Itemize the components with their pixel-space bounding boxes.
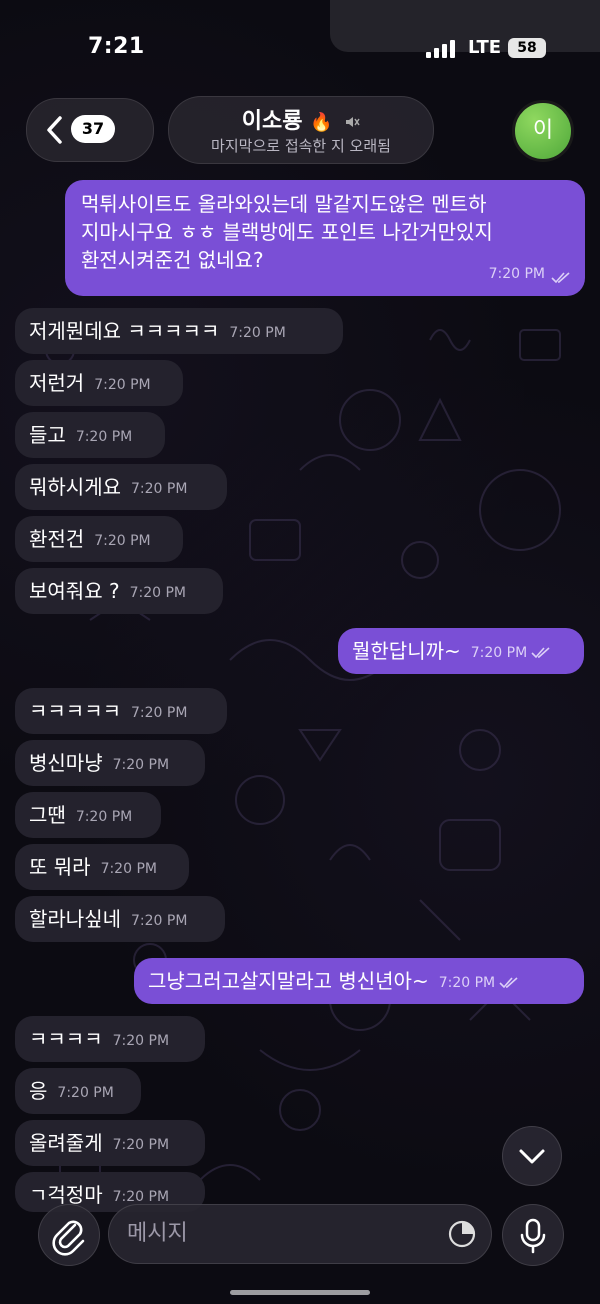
message-time: 7:20 PM (131, 704, 188, 721)
read-checks-icon (531, 646, 550, 658)
avatar[interactable]: 이 (512, 100, 574, 162)
message-input[interactable]: 메시지 (108, 1204, 492, 1264)
message-text: ㅋㅋㅋㅋ (29, 1027, 103, 1051)
message-text: 그냥그러고살지말라고 병신년아~ (148, 969, 429, 993)
message-text: 또 뭐라 (29, 855, 91, 879)
message-time: 7:20 PM (94, 532, 151, 549)
message-time: 7:20 PM (112, 1136, 170, 1153)
message-text: 보여줘요 ? (29, 579, 120, 603)
message-time: 7:20 PM (94, 376, 151, 393)
message-time: 7:20 PM (470, 644, 528, 661)
message-time: 7:20 PM (129, 584, 186, 601)
message-time: 7:20 PM (488, 266, 545, 282)
incoming-message[interactable]: 저런거 7:20 PM (15, 360, 183, 406)
message-text: 먹튀사이트도 올라와있는데 말같지도않은 멘트하 지마시구요 ㅎㅎ 블랙방에도 … (81, 192, 493, 272)
message-time: 7:20 PM (112, 1032, 170, 1049)
message-text: 할라나싶네 (29, 907, 121, 931)
fire-emoji: 🔥 (310, 112, 333, 133)
scroll-down-button[interactable] (502, 1126, 562, 1186)
last-seen-status: 마지막으로 접속한 지 오래됨 (211, 137, 391, 155)
message-text: 저게뭔데요 ㅋㅋㅋㅋㅋ (29, 319, 220, 343)
message-text: 환전건 (29, 527, 85, 551)
message-time: 7:20 PM (75, 808, 133, 825)
home-indicator (230, 1290, 370, 1295)
message-text: 병신마냥 (29, 751, 103, 775)
incoming-message[interactable]: 응 7:20 PM (15, 1068, 141, 1114)
attach-icon (52, 1220, 85, 1256)
chat-title: 이소룡 🔥 (169, 103, 433, 135)
mic-button[interactable] (502, 1204, 564, 1266)
message-time: 7:20 PM (229, 324, 286, 341)
unread-count-badge: 37 (71, 115, 115, 143)
incoming-message[interactable]: 저게뭔데요 ㅋㅋㅋㅋㅋ 7:20 PM (15, 308, 343, 354)
notification-shade (330, 0, 600, 52)
message-text: 올려줄게 (29, 1131, 103, 1155)
message-time: 7:20 PM (131, 912, 188, 929)
status-bar: 7:21 LTE 58 (0, 0, 600, 90)
message-text: 들고 (29, 423, 66, 447)
chevron-down-icon (519, 1149, 545, 1164)
contact-name: 이소룡 (241, 109, 303, 134)
back-chevron-icon (47, 116, 62, 144)
incoming-message[interactable]: 보여줘요 ? 7:20 PM (15, 568, 223, 614)
status-time: 7:21 (88, 34, 145, 59)
read-checks-icon (499, 976, 518, 988)
chat-header[interactable]: 이소룡 🔥 마지막으로 접속한 지 오래됨 (168, 96, 434, 164)
mic-icon (520, 1218, 546, 1254)
outgoing-message[interactable]: 그냥그러고살지말라고 병신년아~ 7:20 PM (134, 958, 584, 1004)
battery-icon: 58 (508, 38, 546, 58)
attach-button[interactable] (38, 1204, 100, 1266)
message-text: 그땐 (29, 803, 66, 827)
message-text: 응 (29, 1079, 48, 1103)
incoming-message[interactable]: 올려줄게 7:20 PM (15, 1120, 205, 1166)
message-time: 7:20 PM (112, 756, 170, 773)
read-checks-icon (551, 272, 570, 284)
message-text: ㅋㅋㅋㅋㅋ (29, 699, 121, 723)
incoming-message[interactable]: ㅋㅋㅋㅋㅋ 7:20 PM (15, 688, 227, 734)
incoming-message[interactable]: 들고 7:20 PM (15, 412, 165, 458)
incoming-message[interactable]: 환전건 7:20 PM (15, 516, 183, 562)
message-text: 뭐하시게요 (29, 475, 121, 499)
incoming-message[interactable]: 뭐하시게요 7:20 PM (15, 464, 227, 510)
network-type: LTE (468, 37, 502, 58)
incoming-message[interactable]: 할라나싶네 7:20 PM (15, 896, 225, 942)
message-time: 7:20 PM (75, 428, 133, 445)
sticker-icon[interactable] (447, 1219, 477, 1249)
message-time: 7:20 PM (100, 860, 157, 877)
incoming-message[interactable]: 병신마냥 7:20 PM (15, 740, 205, 786)
back-button[interactable]: 37 (26, 98, 154, 162)
message-text: 저런거 (29, 371, 85, 395)
outgoing-message[interactable]: 먹튀사이트도 올라와있는데 말같지도않은 멘트하 지마시구요 ㅎㅎ 블랙방에도 … (65, 180, 585, 296)
incoming-message[interactable]: 또 뭐라 7:20 PM (15, 844, 189, 890)
incoming-message[interactable]: 그땐 7:20 PM (15, 792, 161, 838)
message-time: 7:20 PM (131, 480, 188, 497)
message-text: 뭘한답니까~ (352, 639, 461, 663)
message-time: 7:20 PM (57, 1084, 114, 1101)
message-placeholder: 메시지 (127, 1221, 188, 1246)
mute-icon (346, 117, 360, 127)
signal-icon (426, 40, 458, 58)
outgoing-message[interactable]: 뭘한답니까~ 7:20 PM (338, 628, 584, 674)
message-time: 7:20 PM (112, 1188, 170, 1205)
message-time: 7:20 PM (438, 974, 496, 991)
incoming-message[interactable]: ㅋㅋㅋㅋ 7:20 PM (15, 1016, 205, 1062)
